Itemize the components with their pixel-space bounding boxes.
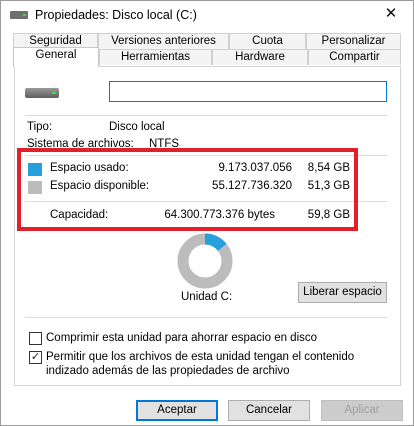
divider xyxy=(25,115,387,116)
disk-usage-donut xyxy=(177,233,233,289)
highlight-annotation xyxy=(17,148,358,231)
hard-drive-icon xyxy=(25,86,59,100)
compress-drive-label: Comprimir esta unidad para ahorrar espac… xyxy=(46,332,318,344)
window-title: Propiedades: Disco local (C:) xyxy=(35,8,197,22)
allow-indexing-label-line1: Permitir que los archivos de esta unidad… xyxy=(46,351,355,363)
divider xyxy=(25,317,387,318)
drive-name-input[interactable] xyxy=(109,81,387,102)
type-value: Disco local xyxy=(109,121,165,133)
tab-hardware[interactable]: Hardware xyxy=(212,49,308,65)
close-icon[interactable]: ✕ xyxy=(379,3,403,25)
tab-herramientas[interactable]: Herramientas xyxy=(99,49,212,65)
tab-personalizar[interactable]: Personalizar xyxy=(306,33,401,49)
title-bar[interactable]: Propiedades: Disco local (C:) ✕ xyxy=(1,1,413,29)
tab-general[interactable]: General xyxy=(13,47,99,67)
tab-compartir[interactable]: Compartir xyxy=(308,49,401,65)
drive-letter-label: Unidad C: xyxy=(181,291,233,303)
apply-button[interactable]: Aplicar xyxy=(321,400,403,421)
allow-indexing-checkbox[interactable]: ✓ xyxy=(29,351,42,364)
disk-cleanup-button[interactable]: Liberar espacio xyxy=(298,282,387,303)
ok-button[interactable]: Aceptar xyxy=(136,400,218,421)
cancel-button[interactable]: Cancelar xyxy=(228,400,310,421)
compress-drive-checkbox[interactable] xyxy=(29,332,42,345)
drive-icon xyxy=(10,9,28,21)
allow-indexing-label-line2: indizado además de las propiedades de ar… xyxy=(46,365,290,377)
type-label: Tipo: xyxy=(27,121,53,133)
properties-dialog: Propiedades: Disco local (C:) ✕ Segurida… xyxy=(0,0,414,426)
tab-cuota[interactable]: Cuota xyxy=(229,33,306,49)
tab-versiones-anteriores[interactable]: Versiones anteriores xyxy=(98,33,229,49)
